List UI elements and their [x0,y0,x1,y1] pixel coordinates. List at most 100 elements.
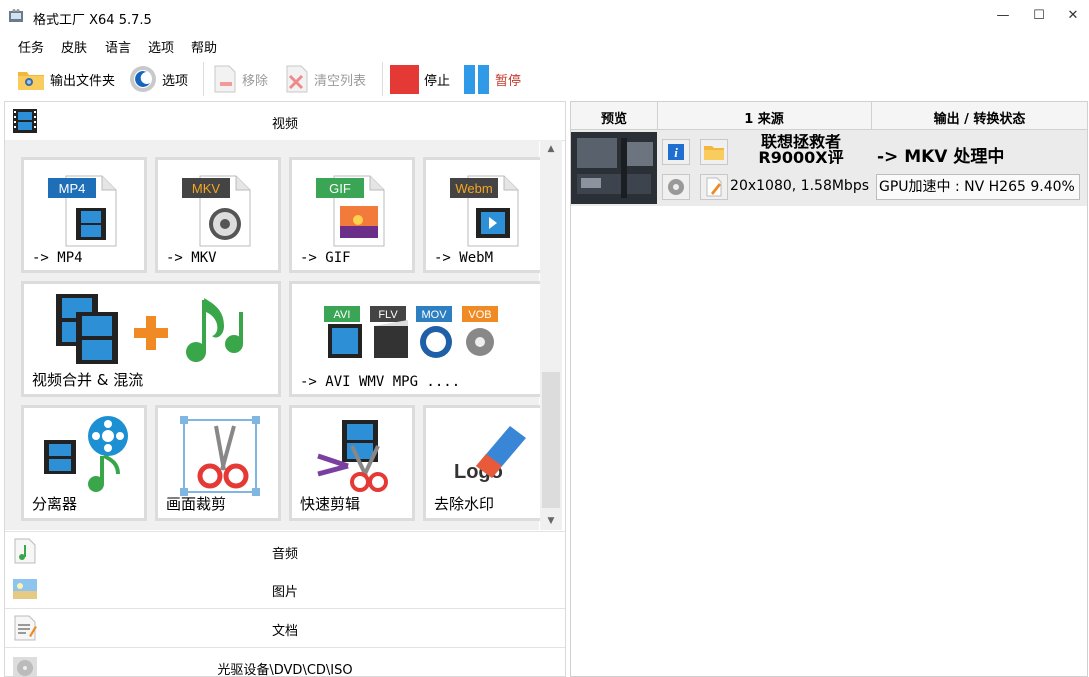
mkv-file-icon: MKV [182,175,251,247]
category-document[interactable]: 文档 [5,609,565,648]
task-progress: GPU加速中 : NV H265 9.40% [876,174,1080,200]
menu-options[interactable]: 选项 [148,37,174,56]
menu-skin[interactable]: 皮肤 [61,37,87,56]
tile-mp4[interactable]: MP4 -> MP4 [21,157,147,273]
category-disc-label: 光驱设备\DVD\CD\ISO [217,663,353,677]
stop-label: 停止 [424,73,451,89]
clear-list-icon [286,65,308,93]
toolbar-separator [203,62,204,96]
splitter-icon [44,416,128,492]
window-title: 格式工厂 X64 5.7.5 [33,13,152,28]
remove-button[interactable]: 移除 [212,64,268,94]
menu-help[interactable]: 帮助 [191,37,217,56]
mkv-tag-text: MKV [192,181,221,196]
tile-splitter[interactable]: 分离器 [21,405,147,521]
header-preview[interactable]: 预览 [571,108,657,127]
tile-multi-format[interactable]: AVI FLV MOV VOB -> AVI WMV MPG .... [289,281,543,397]
close-button[interactable]: ✕ [1058,6,1088,26]
multi-format-icons: AVI FLV MOV VOB [324,306,498,358]
tile-crop-label: 画面裁剪 [166,495,227,513]
pause-button[interactable]: 暂停 [463,64,521,94]
gif-tag-text: GIF [329,181,351,196]
options-label: 选项 [162,73,189,89]
info-icon: i [668,144,684,160]
tile-webm[interactable]: Webm -> WebM [423,157,543,273]
pause-icon [464,65,489,94]
webm-tag-text: Webm [455,181,492,196]
category-audio[interactable]: 音频 [5,531,565,571]
clear-list-button[interactable]: 清空列表 [284,64,366,94]
task-progress-text: GPU加速中 : NV H265 9.40% [879,179,1075,195]
tile-crop[interactable]: 画面裁剪 [155,405,281,521]
output-folder-button[interactable]: 输出文件夹 [16,64,115,94]
video-tools-grid: MP4 -> MP4 MKV -> MKV GIF -> GIF Webm ->… [5,140,543,530]
tile-quick-cut-label: 快速剪辑 [300,495,361,513]
tile-merge-label: 视频合并 & 混流 [32,371,144,389]
clear-list-label: 清空列表 [314,73,367,89]
scrollbar-thumb[interactable] [542,372,560,508]
task-source-name: 联想拯救者R9000X评 [758,134,844,164]
gear-icon [668,179,684,195]
vob-tag-text: VOB [468,309,491,321]
scroll-down-icon[interactable]: ▼ [545,516,557,528]
gif-file-icon: GIF [316,175,385,247]
category-disc[interactable]: 光驱设备\DVD\CD\ISO [5,648,565,677]
category-video[interactable]: 视频 [5,102,565,141]
toolbar-separator [382,62,383,96]
tile-mkv[interactable]: MKV -> MKV [155,157,281,273]
eraser-icon: Logo [454,426,526,483]
avi-tag-text: AVI [334,309,351,321]
merge-icon [56,294,243,364]
tile-splitter-label: 分离器 [32,495,78,513]
task-status: -> MKV 处理中 [877,147,1005,167]
scroll-up-icon[interactable]: ▲ [545,144,557,156]
header-source[interactable]: 1 来源 [658,108,870,127]
task-settings-button[interactable] [662,174,690,200]
mp4-tag-text: MP4 [59,181,86,196]
flv-tag-text: FLV [378,309,398,321]
remove-label: 移除 [242,73,269,89]
task-list: 预览 1 来源 输出 / 转换状态 i 联想拯救者R9000X评 1920x10… [570,101,1088,677]
app-icon [9,9,23,22]
edit-document-icon [706,177,722,197]
category-document-label: 文档 [271,624,298,639]
pause-label: 暂停 [495,73,522,89]
tile-merge[interactable]: 视频合并 & 混流 [21,281,281,397]
maximize-button[interactable]: ☐ [1024,6,1054,26]
function-panel: 视频 MP4 -> MP4 MKV -> MKV GIF -> GIF Webm… [4,101,566,677]
gear-icon [130,66,156,92]
open-folder-button[interactable] [700,139,728,165]
task-row[interactable]: i 联想拯救者R9000X评 1920x1080, 1.58Mbps -> MK… [571,130,1087,206]
tools-scrollbar[interactable]: ▲ ▼ [540,140,562,530]
stop-button[interactable]: 停止 [390,64,450,94]
category-image[interactable]: 图片 [5,570,565,609]
category-audio-label: 音频 [271,547,298,562]
menu-bar: 任务 皮肤 语言 选项 帮助 [0,34,1089,56]
tile-webm-label: -> WebM [434,250,494,266]
menu-language[interactable]: 语言 [105,37,131,56]
output-folder-label: 输出文件夹 [50,73,116,89]
tile-gif-label: -> GIF [300,250,351,266]
remove-document-icon [214,65,236,93]
category-video-label: 视频 [271,117,298,132]
toolbar: 输出文件夹 选项 移除 清空列表 停止 暂停 [0,58,1089,100]
crop-scissors-icon [180,416,260,496]
mp4-file-icon: MP4 [48,175,117,247]
minimize-button[interactable]: — [988,6,1018,26]
stop-icon [390,65,419,94]
task-edit-button[interactable] [700,174,728,200]
tile-gif[interactable]: GIF -> GIF [289,157,415,273]
video-preview-thumbnail [571,132,657,204]
header-status[interactable]: 输出 / 转换状态 [872,108,1087,127]
tile-quick-cut[interactable]: 快速剪辑 [289,405,415,521]
tile-remove-watermark[interactable]: Logo 去除水印 [423,405,543,521]
options-button[interactable]: 选项 [128,64,188,94]
webm-file-icon: Webm [450,175,519,247]
menu-task[interactable]: 任务 [18,37,44,56]
tile-mp4-label: -> MP4 [32,250,83,266]
quick-cut-icon [317,420,388,492]
info-button[interactable]: i [662,139,690,165]
folder-icon [18,72,44,90]
svg-text:i: i [674,145,678,160]
task-list-header: 预览 1 来源 输出 / 转换状态 [571,102,1087,130]
